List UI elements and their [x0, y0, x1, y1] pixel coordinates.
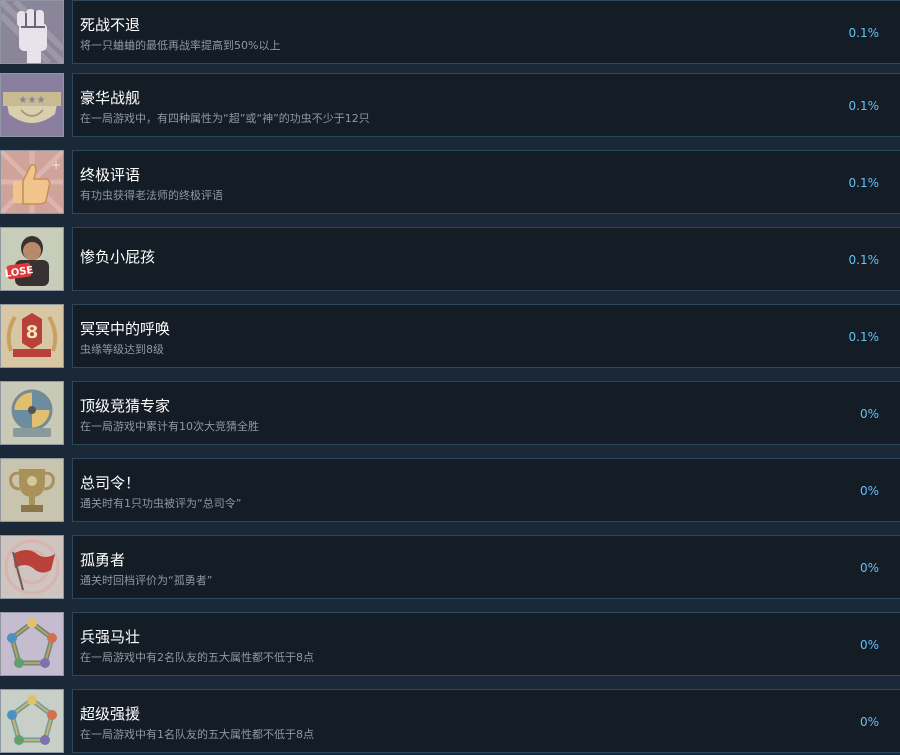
- achievement-description: 通关时有1只功虫被评为“总司令”: [80, 497, 242, 510]
- achievement-panel: 豪华战舰 在一局游戏中，有四种属性为“超”或“神”的功虫不少于12只 0.1%: [72, 73, 900, 137]
- achievement-title: 冥冥中的呼唤: [80, 320, 171, 338]
- achievement-row: 孤勇者 通关时回档评价为“孤勇者” 0%: [0, 535, 900, 601]
- achievement-description: 在一局游戏中累计有10次大竞猜全胜: [80, 420, 259, 433]
- achievement-list: 死战不退 将一只蛐蛐的最低再战率提高到50%以上 0.1% ★★★ 豪华战舰 在…: [0, 0, 900, 755]
- achievement-row: 8 冥冥中的呼唤 虫缘等级达到8级 0.1%: [0, 304, 900, 370]
- achievement-panel: 超级强援 在一局游戏中有1名队友的五大属性都不低于8点 0%: [72, 689, 900, 753]
- unlock-percentage: 0%: [859, 561, 879, 575]
- achievement-title: 兵强马壮: [80, 628, 141, 646]
- pentagon-support-icon: [0, 689, 64, 753]
- achievement-row: LOSE 惨负小屁孩 0.1%: [0, 227, 900, 293]
- achievement-title: 豪华战舰: [80, 89, 141, 107]
- achievement-panel: 终极评语 有功虫获得老法师的终极评语 0.1%: [72, 150, 900, 214]
- achievement-title: 孤勇者: [80, 551, 126, 569]
- achievement-description: 在一局游戏中有1名队友的五大属性都不低于8点: [80, 728, 314, 741]
- svg-text:★★★: ★★★: [19, 95, 46, 106]
- achievement-title: 死战不退: [80, 16, 141, 34]
- achievement-row: 超级强援 在一局游戏中有1名队友的五大属性都不低于8点 0%: [0, 689, 900, 755]
- achievement-description: 有功虫获得老法师的终极评语: [80, 189, 223, 202]
- achievement-description: 将一只蛐蛐的最低再战率提高到50%以上: [80, 39, 281, 52]
- achievement-description: 在一局游戏中有2名队友的五大属性都不低于8点: [80, 651, 314, 664]
- achievement-title: 超级强援: [80, 705, 141, 723]
- achievement-row: ★★★ 豪华战舰 在一局游戏中，有四种属性为“超”或“神”的功虫不少于12只 0…: [0, 73, 900, 139]
- achievement-title: 终极评语: [80, 166, 141, 184]
- lose-kid-icon: LOSE: [0, 227, 64, 291]
- achievement-row: 兵强马壮 在一局游戏中有2名队友的五大属性都不低于8点 0%: [0, 612, 900, 678]
- svg-text:8: 8: [26, 322, 39, 343]
- achievement-panel: 兵强马壮 在一局游戏中有2名队友的五大属性都不低于8点 0%: [72, 612, 900, 676]
- achievement-description: 虫缘等级达到8级: [80, 343, 164, 356]
- flag-icon: [0, 535, 64, 599]
- achievement-row: + 终极评语 有功虫获得老法师的终极评语 0.1%: [0, 150, 900, 216]
- level-8-badge-icon: 8: [0, 304, 64, 368]
- achievement-title: 总司令！: [80, 474, 141, 492]
- achievement-row: 死战不退 将一只蛐蛐的最低再战率提高到50%以上 0.1%: [0, 0, 900, 66]
- unlock-percentage: 0%: [859, 407, 879, 421]
- wheel-emblem-icon: [0, 381, 64, 445]
- trophy-icon: [0, 458, 64, 522]
- achievement-panel: 顶级竞猜专家 在一局游戏中累计有10次大竞猜全胜 0%: [72, 381, 900, 445]
- unlock-percentage: 0.1%: [848, 176, 880, 190]
- achievement-panel: 总司令！ 通关时有1只功虫被评为“总司令” 0%: [72, 458, 900, 522]
- achievement-description: 通关时回档评价为“孤勇者”: [80, 574, 213, 587]
- unlock-percentage: 0%: [859, 715, 879, 729]
- svg-text:+: +: [51, 158, 61, 172]
- achievement-panel: 惨负小屁孩 0.1%: [72, 227, 900, 291]
- unlock-percentage: 0%: [859, 484, 879, 498]
- achievement-row: 总司令！ 通关时有1只功虫被评为“总司令” 0%: [0, 458, 900, 524]
- achievement-description: 在一局游戏中，有四种属性为“超”或“神”的功虫不少于12只: [80, 112, 370, 125]
- star-shield-icon: ★★★: [0, 73, 64, 137]
- achievement-row: 顶级竞猜专家 在一局游戏中累计有10次大竞猜全胜 0%: [0, 381, 900, 447]
- unlock-percentage: 0%: [859, 638, 879, 652]
- achievement-panel: 死战不退 将一只蛐蛐的最低再战率提高到50%以上 0.1%: [72, 0, 900, 64]
- unlock-percentage: 0.1%: [848, 99, 880, 113]
- unlock-percentage: 0.1%: [848, 26, 880, 40]
- achievement-title: 顶级竞猜专家: [80, 397, 171, 415]
- raised-fist-icon: [0, 0, 64, 64]
- achievement-panel: 冥冥中的呼唤 虫缘等级达到8级 0.1%: [72, 304, 900, 368]
- pentagon-stats-icon: [0, 612, 64, 676]
- thumbs-up-icon: +: [0, 150, 64, 214]
- unlock-percentage: 0.1%: [848, 330, 880, 344]
- achievement-title: 惨负小屁孩: [80, 248, 156, 266]
- unlock-percentage: 0.1%: [848, 253, 880, 267]
- achievement-panel: 孤勇者 通关时回档评价为“孤勇者” 0%: [72, 535, 900, 599]
